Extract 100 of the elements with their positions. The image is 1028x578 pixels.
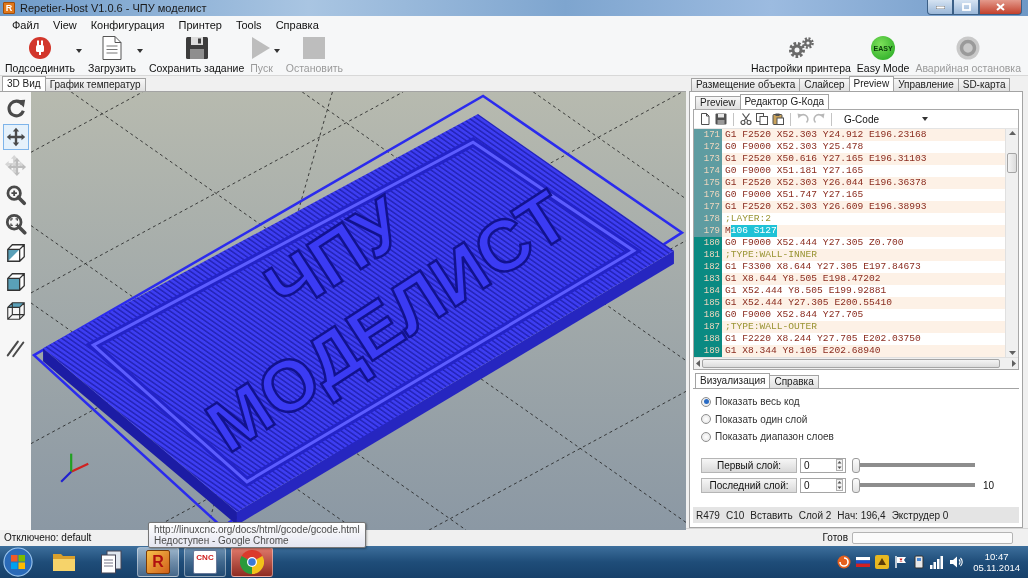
horizontal-scrollbar[interactable]: [694, 357, 1018, 369]
connection-status: Отключено: default: [4, 532, 92, 543]
clipboard-icon[interactable]: [772, 113, 784, 125]
menu-item[interactable]: View: [46, 19, 84, 31]
menu-item[interactable]: Файл: [5, 19, 47, 31]
spin-arrows-icon[interactable]: [836, 459, 843, 471]
sub-tab[interactable]: Визуализация: [695, 373, 771, 388]
sub-tab[interactable]: Редактор G-Кода: [739, 94, 830, 109]
line-number: 181: [694, 249, 722, 261]
view-tab[interactable]: 3D Вид: [2, 76, 46, 91]
flag-icon[interactable]: [856, 557, 871, 567]
spin-arrows-icon[interactable]: [836, 479, 843, 491]
scroll-left-icon[interactable]: [696, 360, 700, 367]
maximize-button[interactable]: [953, 0, 979, 15]
radio-icon[interactable]: [701, 431, 711, 442]
code-text: G1 X8.644 Y8.505 E198.47202: [724, 273, 881, 285]
line-number: 174: [694, 165, 722, 177]
app-logo: R: [3, 2, 15, 14]
scrollbar-thumb[interactable]: [702, 359, 1000, 368]
code-text: G1 X8.344 Y8.105 E202.68940: [724, 345, 881, 357]
maximize-icon: [961, 3, 971, 11]
tooltip-text: http://linuxcnc.org/docs/html/gcode/gcode.html: [154, 524, 360, 535]
close-icon: [996, 3, 1005, 11]
scrollbar-thumb[interactable]: [1007, 153, 1017, 173]
line-number: 183: [694, 273, 722, 285]
layer-label-button[interactable]: Последний слой:: [701, 477, 797, 493]
radio-icon[interactable]: [701, 396, 711, 407]
scroll-right-icon[interactable]: [1012, 360, 1016, 367]
radio-option[interactable]: Показать один слой: [701, 410, 1013, 428]
line-number: 182: [694, 261, 722, 273]
close-button[interactable]: [979, 0, 1022, 15]
slider-value: 10: [983, 479, 995, 491]
panel-tab[interactable]: Preview: [848, 76, 895, 91]
clock-date[interactable]: 05.11.2014: [973, 562, 1020, 573]
signal-icon[interactable]: [930, 555, 945, 569]
taskbar-button[interactable]: [231, 547, 273, 577]
triangle-tile-icon[interactable]: [875, 555, 890, 569]
circle-logo-icon: [240, 550, 264, 574]
layer-spinbox[interactable]: 0: [800, 457, 846, 473]
line-number: 176: [694, 189, 722, 201]
minimize-button[interactable]: [927, 0, 953, 15]
scroll-up-icon[interactable]: [1008, 131, 1016, 135]
code-text: M: [724, 225, 731, 237]
code-text: G0 F9000 X52.303 Y25.478: [724, 141, 864, 153]
documents-icon[interactable]: [100, 550, 122, 574]
line-number: 173: [694, 153, 722, 165]
speaker-icon[interactable]: [949, 555, 964, 569]
save-job-button[interactable]: Сохранить задание: [146, 35, 248, 75]
layer-label-button[interactable]: Первый слой:: [701, 457, 797, 473]
line-number: 187: [694, 321, 722, 333]
panel-tab[interactable]: SD-карта: [957, 78, 1011, 91]
connect-button[interactable]: Подсоединить: [2, 35, 86, 75]
scissors-icon[interactable]: [740, 113, 752, 125]
radio-option[interactable]: Показать весь код: [701, 393, 1013, 411]
code-text: G1 F2520 X52.303 Y26.609 E196.38993: [724, 201, 927, 213]
vertical-scrollbar[interactable]: [1005, 129, 1018, 357]
code-text: ;LAYER:2: [724, 213, 772, 225]
copy-icon[interactable]: [756, 113, 768, 125]
menu-item[interactable]: Справка: [268, 19, 326, 31]
sub-tab[interactable]: Preview: [695, 96, 741, 109]
menu-item[interactable]: Tools: [228, 19, 269, 31]
tooltip-text: Недоступен - Google Chrome: [154, 535, 289, 546]
radio-option[interactable]: Показать диапазон слоев: [701, 428, 1013, 446]
circular-arrow-icon[interactable]: [837, 555, 852, 569]
slider-thumb[interactable]: [852, 457, 860, 473]
code-text: G1 F3300 X8.644 Y27.305 E197.84673: [724, 261, 921, 273]
panel-tab[interactable]: Размещение объекта: [691, 78, 801, 91]
taskbar-button[interactable]: CNC: [184, 547, 226, 577]
line-number: 178: [694, 213, 722, 225]
start-orb-icon[interactable]: [2, 547, 34, 577]
clock-time[interactable]: 10:47: [984, 551, 1009, 562]
sub-tab[interactable]: Справка: [769, 375, 819, 388]
printer-settings-button[interactable]: Настройки принтера: [748, 35, 854, 75]
code-text: G1 X52.444 Y27.305 E200.55410: [724, 297, 892, 309]
pennant-icon[interactable]: [894, 555, 909, 569]
code-text: G0 F9000 X51.747 Y27.165: [724, 189, 864, 201]
line-number: 177: [694, 201, 722, 213]
layer-spinbox[interactable]: 0: [800, 477, 846, 493]
view-tab[interactable]: График температур: [44, 78, 146, 91]
load-button[interactable]: Загрузить: [85, 35, 146, 75]
radio-icon[interactable]: [701, 414, 711, 425]
folder-icon[interactable]: [52, 552, 76, 572]
line-number: 180: [694, 237, 722, 249]
slider-thumb[interactable]: [852, 477, 860, 493]
device-icon[interactable]: [913, 555, 926, 569]
status-text: Нач: 196,4: [837, 509, 886, 521]
window-title: Repetier-Host V1.0.6 - ЧПУ моделист: [20, 2, 208, 14]
move-icon[interactable]: [2, 124, 29, 150]
menu-item[interactable]: Конфигурация: [83, 19, 172, 31]
panel-tab[interactable]: Слайсер: [799, 78, 850, 91]
status-text: Экструдер 0: [891, 509, 949, 521]
new-document-icon[interactable]: [699, 113, 711, 125]
selected-text: 106 S127: [730, 225, 777, 237]
menu-item[interactable]: Принтер: [171, 19, 229, 31]
scroll-down-icon[interactable]: [1008, 351, 1016, 355]
axes-icon: [60, 453, 89, 483]
panel-tab[interactable]: Управление: [893, 78, 959, 91]
play-icon: [251, 36, 272, 60]
code-text: G1 X52.444 Y8.505 E199.92881: [724, 285, 887, 297]
progress-label: Готов: [822, 532, 848, 543]
